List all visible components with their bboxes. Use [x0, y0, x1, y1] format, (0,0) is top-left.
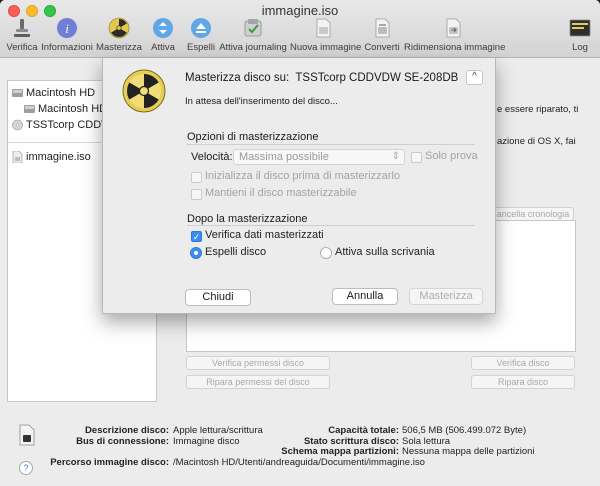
verify-permissions-button[interactable]: Verifica permessi disco — [186, 356, 330, 370]
disk-utility-window: immagine.iso Verifica i Informazioni Mas… — [0, 0, 600, 486]
toolbar-eject-label: Espelli — [187, 42, 215, 53]
after-divider — [187, 225, 475, 226]
window-title: immagine.iso — [261, 3, 339, 18]
speed-label: Velocità: — [191, 151, 233, 163]
toolbar-verify-button[interactable]: Verifica — [4, 17, 40, 53]
repair-permissions-button[interactable]: Ripara permessi del disco — [186, 375, 330, 389]
toolbar-journaling-label: Attiva journaling — [219, 42, 287, 53]
journaling-icon — [244, 19, 262, 37]
bus-label: Bus di connessione: — [76, 436, 169, 447]
initialize-disk-checkbox[interactable] — [191, 172, 202, 183]
after-burn-title: Dopo la masterizzazione — [187, 213, 308, 225]
path-value: /Macintosh HD/Utenti/andreaguida/Documen… — [173, 457, 425, 468]
sidebar-item-label: immagine.iso — [26, 151, 91, 163]
mount-icon — [153, 18, 173, 38]
convert-icon — [375, 18, 390, 38]
toolbar-burn-label: Masterizza — [96, 42, 142, 53]
test-only-label: Solo prova — [425, 150, 478, 162]
test-only-checkbox[interactable] — [411, 152, 422, 163]
eject-icon — [191, 18, 211, 38]
partition-scheme-value: Nessuna mappa delle partizioni — [402, 446, 535, 457]
svg-text:i: i — [65, 21, 69, 36]
toolbar-resize-image-label: Ridimensiona immagine — [404, 42, 506, 53]
initialize-disk-label: Inizializza il disco prima di masterizza… — [205, 170, 401, 182]
partition-scheme-label: Schema mappa partizioni: — [281, 446, 399, 457]
toolbar-convert-label: Converti — [364, 42, 400, 53]
mount-on-desktop-label: Attiva sulla scrivania — [335, 246, 435, 258]
new-image-icon — [316, 18, 331, 38]
burn-radiation-icon — [122, 69, 166, 113]
toolbar-resize-image-button[interactable]: Ridimensiona immagine — [404, 17, 506, 53]
toolbar-convert-button[interactable]: Converti — [362, 17, 402, 53]
eject-disc-label: Espelli disco — [205, 246, 267, 258]
speed-select-value: Massima possibile — [239, 151, 329, 163]
mount-on-desktop-radio[interactable] — [320, 247, 332, 259]
microscope-icon — [14, 19, 30, 37]
speed-select[interactable]: Massima possibile ⇕ — [233, 149, 405, 165]
close-button[interactable]: Chiudi — [185, 289, 251, 306]
toolbar-new-image-button[interactable]: Nuova immagine — [290, 17, 361, 53]
toolbar-mount-button[interactable]: Attiva — [146, 17, 180, 53]
toolbar-burn-button[interactable]: Masterizza — [96, 17, 142, 53]
repair-disk-button[interactable]: Ripara disco — [471, 375, 575, 389]
eject-disc-radio[interactable] — [190, 247, 202, 259]
keep-writable-checkbox[interactable] — [191, 189, 202, 200]
path-label: Percorso immagine disco: — [50, 457, 169, 468]
verify-burned-data-label: Verifica dati masterizzati — [205, 229, 324, 241]
toolbar-log-button[interactable]: Log — [564, 17, 596, 53]
options-divider — [187, 144, 475, 145]
volume-icon — [24, 105, 35, 113]
toolbar-new-image-label: Nuova immagine — [290, 42, 362, 53]
toolbar-journaling-button[interactable]: Attiva journaling — [218, 17, 288, 53]
sidebar-item-label: Macintosh HD — [26, 87, 96, 99]
cancel-button[interactable]: Annulla — [332, 288, 398, 305]
toolbar-info-button[interactable]: i Informazioni — [40, 17, 94, 53]
toolbar: immagine.iso Verifica i Informazioni Mas… — [0, 0, 600, 58]
toolbar-info-label: Informazioni — [41, 42, 93, 53]
keep-writable-label: Mantieni il disco masterizzabile — [205, 187, 357, 199]
burn-disc-sheet: Masterizza disco su: TSSTcorp CDDVDW SE-… — [102, 58, 496, 314]
help-button[interactable]: ? — [19, 461, 33, 475]
chevron-updown-icon: ⇕ — [391, 151, 400, 162]
info-icon: i — [57, 18, 77, 38]
optical-drive-icon — [12, 119, 23, 131]
sheet-status: In attesa dell'inserimento del disco... — [185, 96, 338, 107]
disk-image-icon — [12, 151, 23, 163]
verify-disk-button[interactable]: Verifica disco — [471, 356, 575, 370]
clear-history-button[interactable]: ancella cronologia — [492, 207, 574, 221]
burn-icon — [108, 17, 130, 39]
repair-info-text: e essere riparato, ti — [497, 104, 579, 115]
log-icon — [569, 19, 591, 37]
osx-info-text: azione di OS X, fai — [497, 136, 576, 147]
sidebar-item-label: Macintosh HD — [38, 103, 108, 115]
burn-options-title: Opzioni di masterizzazione — [187, 131, 319, 143]
sheet-device-name: TSSTcorp CDDVDW SE-208DB — [295, 72, 459, 84]
sheet-title: Masterizza disco su: TSSTcorp CDDVDW SE-… — [185, 72, 458, 84]
collapse-options-button[interactable]: ^ — [466, 70, 483, 85]
disk-image-large-icon — [19, 424, 35, 446]
toolbar-mount-label: Attiva — [151, 42, 175, 53]
sheet-title-prefix: Masterizza disco su: — [185, 72, 290, 84]
verify-burned-data-checkbox[interactable]: ✓ — [191, 231, 202, 242]
bus-value: Immagine disco — [173, 436, 240, 447]
hard-disk-icon — [12, 89, 23, 97]
toolbar-verify-label: Verifica — [6, 42, 38, 53]
toolbar-log-label: Log — [572, 42, 588, 53]
burn-button[interactable]: Masterizza — [409, 288, 483, 305]
toolbar-eject-button[interactable]: Espelli — [184, 17, 218, 53]
resize-image-icon — [446, 18, 461, 38]
